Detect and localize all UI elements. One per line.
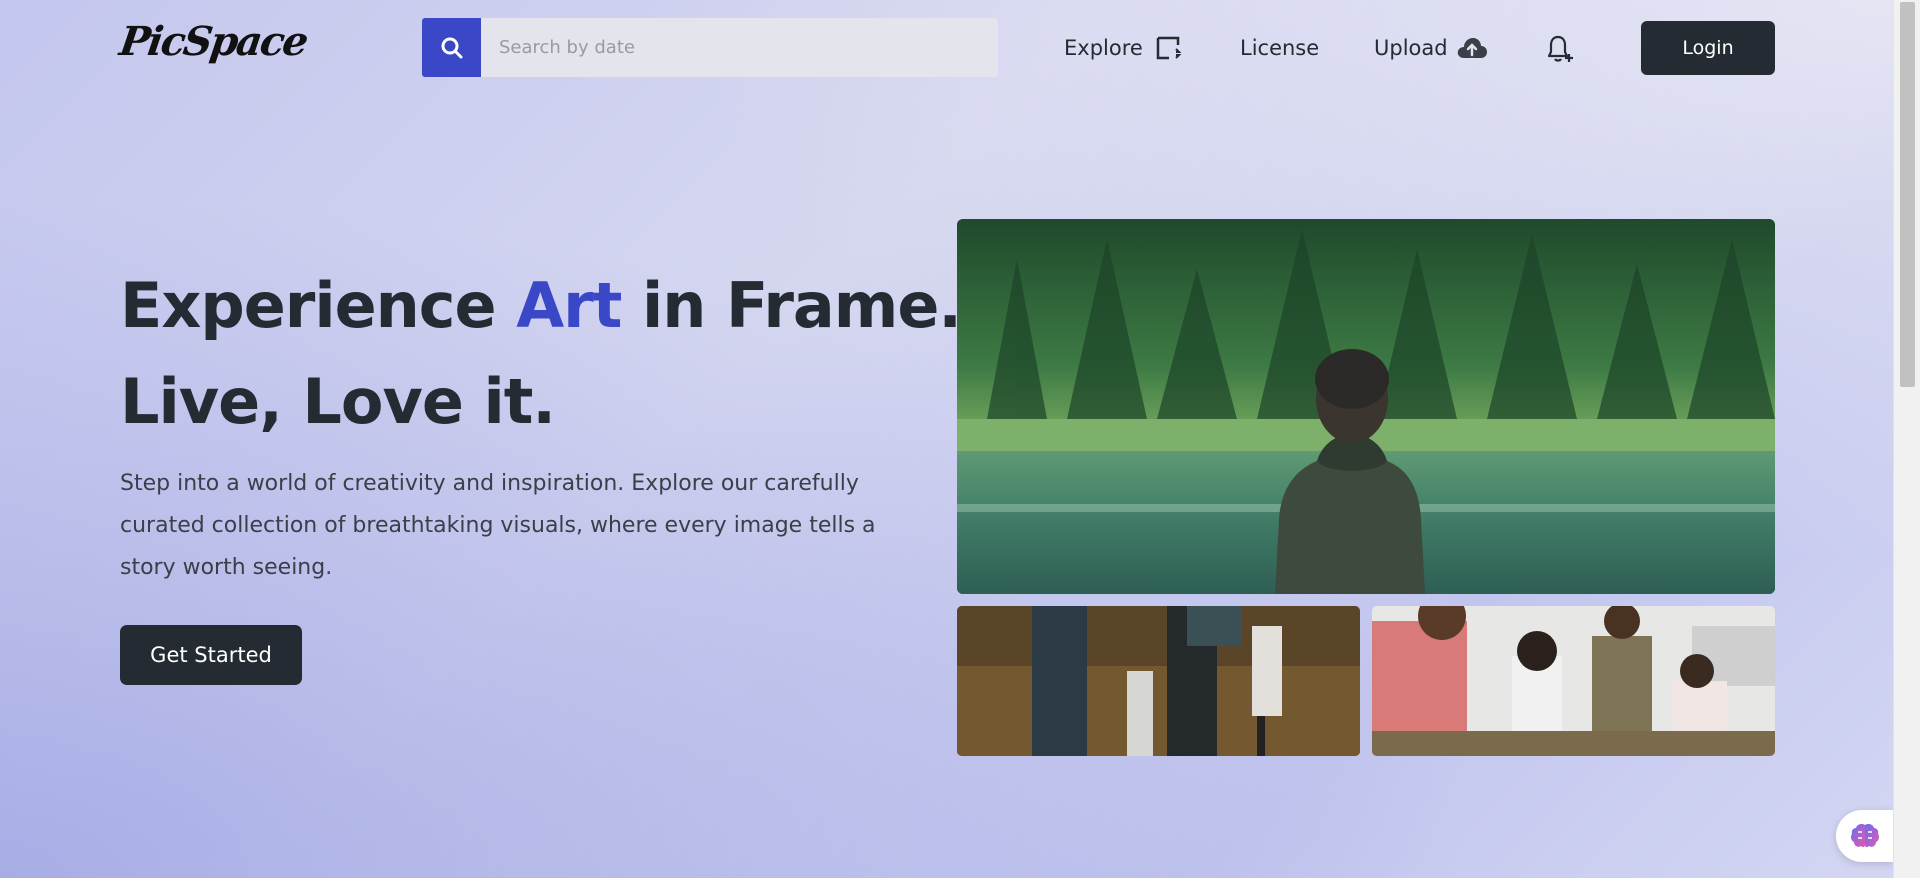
login-button[interactable]: Login: [1641, 21, 1775, 75]
gallery-image-family-walk[interactable]: [957, 606, 1360, 756]
scrollbar-thumb[interactable]: [1900, 2, 1915, 387]
brain-icon: [1850, 824, 1880, 848]
family-cooking-scene: [1372, 606, 1775, 756]
nav-upload[interactable]: Upload: [1374, 30, 1488, 66]
headline-line-2: Live, Love it.: [120, 365, 556, 438]
headline-text-1: Experience: [120, 269, 517, 342]
search-button[interactable]: [422, 18, 481, 77]
ai-assistant-button[interactable]: [1836, 810, 1894, 862]
search-icon: [441, 37, 462, 58]
headline-accent: Art: [516, 269, 622, 342]
nav-upload-label: Upload: [1374, 36, 1448, 60]
hero-description: Step into a world of creativity and insp…: [120, 471, 876, 580]
search-input[interactable]: [481, 18, 998, 77]
lake-scene: [957, 219, 1775, 594]
notifications-button[interactable]: [1546, 34, 1574, 68]
page-scrollbar[interactable]: [1893, 0, 1920, 878]
nav-license[interactable]: License: [1240, 30, 1319, 66]
nav-explore-label: Explore: [1064, 36, 1143, 60]
featured-image-lake[interactable]: [957, 219, 1775, 594]
family-walk-scene: [957, 606, 1360, 756]
get-started-button[interactable]: Get Started: [120, 625, 302, 685]
nav-explore[interactable]: Explore: [1064, 30, 1183, 66]
page-background: PicSpace Explore License Upload: [0, 0, 1894, 878]
brand-logo[interactable]: PicSpace: [117, 18, 310, 65]
nav-license-label: License: [1240, 36, 1320, 60]
bell-plus-icon: [1547, 35, 1573, 62]
search-bar: [422, 18, 998, 77]
hero-headline: Experience Art in Frame. Live, Love it.: [120, 258, 962, 450]
headline-line-1: Experience Art in Frame.: [120, 258, 962, 354]
headline-text-2: in Frame.: [621, 269, 962, 342]
gallery-image-family-cooking[interactable]: [1372, 606, 1775, 756]
cloud-upload-icon: [1457, 38, 1487, 58]
explore-icon: [1156, 36, 1182, 60]
